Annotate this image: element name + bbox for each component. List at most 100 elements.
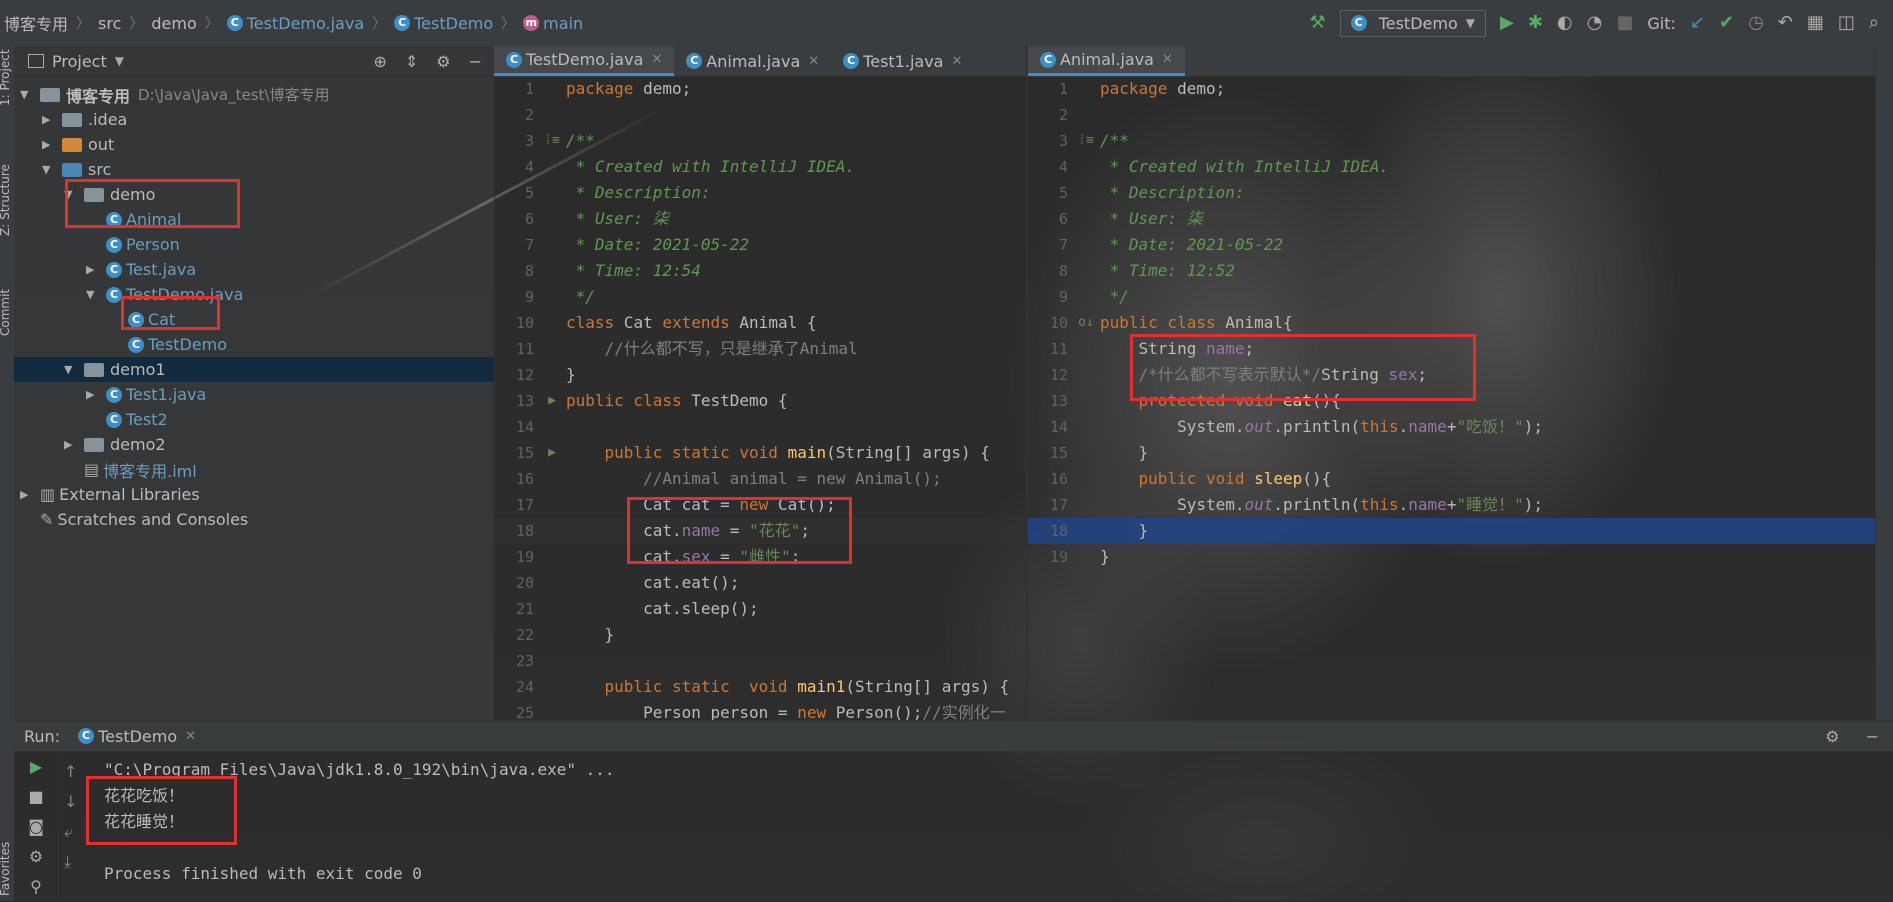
- close-icon[interactable]: ✕: [808, 54, 819, 69]
- tool-window-structure[interactable]: Z: Structure: [0, 164, 12, 236]
- tree-item[interactable]: ▶ ▥ External Libraries: [14, 482, 494, 507]
- expand-arrow-icon[interactable]: ▼: [42, 163, 56, 176]
- gear-icon[interactable]: ⚙: [1825, 727, 1839, 746]
- pin-icon[interactable]: ⚲: [14, 871, 58, 901]
- git-update-icon[interactable]: ↙: [1690, 14, 1705, 32]
- code-line[interactable]: 15 }: [1028, 440, 1875, 466]
- breadcrumb-item[interactable]: demo: [151, 14, 196, 33]
- tree-item[interactable]: ▼ 博客专用 D:\Java\Java_test\博客专用: [14, 82, 494, 107]
- stop-icon[interactable]: ■: [14, 781, 58, 811]
- code-line[interactable]: 2: [494, 102, 1026, 128]
- coverage-icon[interactable]: ◐: [1557, 14, 1573, 32]
- code-line[interactable]: 3 ⁞≡/**: [494, 128, 1026, 154]
- tool-window-project[interactable]: 1: Project: [0, 49, 12, 106]
- code-line[interactable]: 4 * Created with IntelliJ IDEA.: [494, 154, 1026, 180]
- tree-item[interactable]: ✎ Scratches and Consoles: [14, 507, 494, 532]
- code-line[interactable]: 9 */: [1028, 284, 1875, 310]
- close-icon[interactable]: ✕: [951, 54, 962, 69]
- tree-item[interactable]: C TestDemo: [14, 332, 494, 357]
- code-line[interactable]: 9 */: [494, 284, 1026, 310]
- close-icon[interactable]: ✕: [185, 729, 196, 744]
- git-rollback-icon[interactable]: ↶: [1778, 14, 1793, 32]
- gear-icon[interactable]: ⚙: [436, 52, 450, 71]
- code-line[interactable]: 12}: [494, 362, 1026, 388]
- code-line[interactable]: 16 public void sleep(){: [1028, 466, 1875, 492]
- gutter-icon[interactable]: ▶: [542, 440, 562, 466]
- gutter-icon[interactable]: ⁞≡: [542, 128, 562, 154]
- gutter-icon[interactable]: ⁞≡: [1076, 128, 1096, 154]
- code-line[interactable]: 1 package demo;: [494, 76, 1026, 102]
- editor-tab[interactable]: C Animal.java ✕: [674, 46, 831, 76]
- chevron-down-icon[interactable]: ▼: [115, 54, 124, 68]
- run-icon[interactable]: ▶: [1500, 14, 1514, 32]
- code-line[interactable]: 21 cat.sleep();: [494, 596, 1026, 622]
- expand-arrow-icon[interactable]: ▼: [64, 363, 78, 376]
- tree-item[interactable]: C Test2: [14, 407, 494, 432]
- git-history-icon[interactable]: ◷: [1748, 14, 1764, 32]
- code-line[interactable]: 14: [494, 414, 1026, 440]
- code-line[interactable]: 4 * Created with IntelliJ IDEA.: [1028, 154, 1875, 180]
- settings-icon[interactable]: ◫: [1838, 14, 1855, 32]
- git-commit-check-icon[interactable]: ✔: [1719, 14, 1734, 32]
- collapse-arrow-icon[interactable]: ▶: [86, 388, 100, 401]
- code-line[interactable]: 16 //Animal animal = new Animal();: [494, 466, 1026, 492]
- run-config-select[interactable]: C TestDemo ▼: [1339, 9, 1486, 37]
- code-line[interactable]: 5 * Description:: [494, 180, 1026, 206]
- code-line[interactable]: 6 * User: 柒: [494, 206, 1026, 232]
- breadcrumb-item[interactable]: C TestDemo.java: [226, 14, 364, 33]
- code-line[interactable]: 10 o↓ public class Animal{: [1028, 310, 1875, 336]
- collapse-arrow-icon[interactable]: ▶: [42, 138, 56, 151]
- rerun-icon[interactable]: ▶: [14, 751, 58, 781]
- debug-bug-icon[interactable]: ✱: [1528, 14, 1543, 32]
- tree-item[interactable]: ▤ 博客专用.iml: [14, 457, 494, 482]
- code-line[interactable]: 6 * User: 柒: [1028, 206, 1875, 232]
- code-line[interactable]: 13 ▶ public class TestDemo {: [494, 388, 1026, 414]
- tree-item[interactable]: ▶ demo2: [14, 432, 494, 457]
- tree-item[interactable]: ▶ out: [14, 132, 494, 157]
- collapse-arrow-icon[interactable]: ▶: [42, 113, 56, 126]
- profile-icon[interactable]: ◔: [1587, 14, 1603, 32]
- stop-icon[interactable]: ■: [1616, 14, 1633, 32]
- build-hammer-icon[interactable]: ⚒: [1310, 14, 1326, 32]
- code-line[interactable]: 19}: [1028, 544, 1875, 570]
- editor-tab[interactable]: C Test1.java ✕: [831, 46, 974, 76]
- gutter-icon[interactable]: o↓: [1076, 310, 1096, 336]
- expand-arrow-icon[interactable]: ▼: [20, 88, 34, 101]
- tool-window-favorites[interactable]: Favorites: [0, 842, 12, 896]
- close-icon[interactable]: ✕: [1162, 52, 1173, 67]
- code-line[interactable]: 7 * Date: 2021-05-22: [1028, 232, 1875, 258]
- soft-wrap-icon[interactable]: ⤶: [64, 817, 77, 847]
- project-structure-icon[interactable]: ▦: [1807, 14, 1824, 32]
- breadcrumb-item[interactable]: m main: [523, 14, 583, 33]
- code-line[interactable]: 11 //什么都不写，只是继承了Animal: [494, 336, 1026, 362]
- code-line[interactable]: 5 * Description:: [1028, 180, 1875, 206]
- tree-item[interactable]: ▶ C Test.java: [14, 257, 494, 282]
- code-line[interactable]: 23: [494, 648, 1026, 674]
- code-line[interactable]: 8 * Time: 12:54: [494, 258, 1026, 284]
- collapse-all-icon[interactable]: ⇕: [405, 52, 418, 71]
- code-line[interactable]: 7 * Date: 2021-05-22: [494, 232, 1026, 258]
- search-everywhere-icon[interactable]: ⌕: [1869, 14, 1879, 32]
- collapse-arrow-icon[interactable]: ▶: [64, 438, 78, 451]
- project-panel-title[interactable]: Project: [52, 52, 107, 71]
- arrow-up-icon[interactable]: ↑: [64, 757, 77, 787]
- hide-panel-icon[interactable]: −: [469, 52, 482, 71]
- code-line[interactable]: 22 }: [494, 622, 1026, 648]
- collapse-arrow-icon[interactable]: ▶: [86, 263, 100, 276]
- locate-target-icon[interactable]: ⊕: [373, 52, 386, 71]
- code-line[interactable]: 10 class Cat extends Animal {: [494, 310, 1026, 336]
- arrow-down-icon[interactable]: ↓: [64, 787, 77, 817]
- code-line[interactable]: 8 * Time: 12:52: [1028, 258, 1875, 284]
- editor-right-code[interactable]: 1 package demo; 2 3 ⁞≡/** 4 * Created with In…: [1028, 76, 1875, 570]
- hide-panel-icon[interactable]: −: [1866, 727, 1879, 746]
- tree-item[interactable]: ▶ C Test1.java: [14, 382, 494, 407]
- editor-left-code[interactable]: 1 package demo; 2 3 ⁞≡/** 4 * Created with In…: [494, 76, 1026, 726]
- editor-tab[interactable]: C TestDemo.java ✕: [494, 46, 675, 76]
- collapse-arrow-icon[interactable]: ▶: [20, 488, 34, 501]
- code-line[interactable]: 24 public static void main1(String[] arg…: [494, 674, 1026, 700]
- gutter-icon[interactable]: ▶: [542, 388, 562, 414]
- code-line[interactable]: 15 ▶ public static void main(String[] arg…: [494, 440, 1026, 466]
- breadcrumb-item[interactable]: src: [98, 14, 121, 33]
- editor-tab[interactable]: C Animal.java ✕: [1028, 46, 1185, 76]
- close-icon[interactable]: ✕: [651, 52, 662, 67]
